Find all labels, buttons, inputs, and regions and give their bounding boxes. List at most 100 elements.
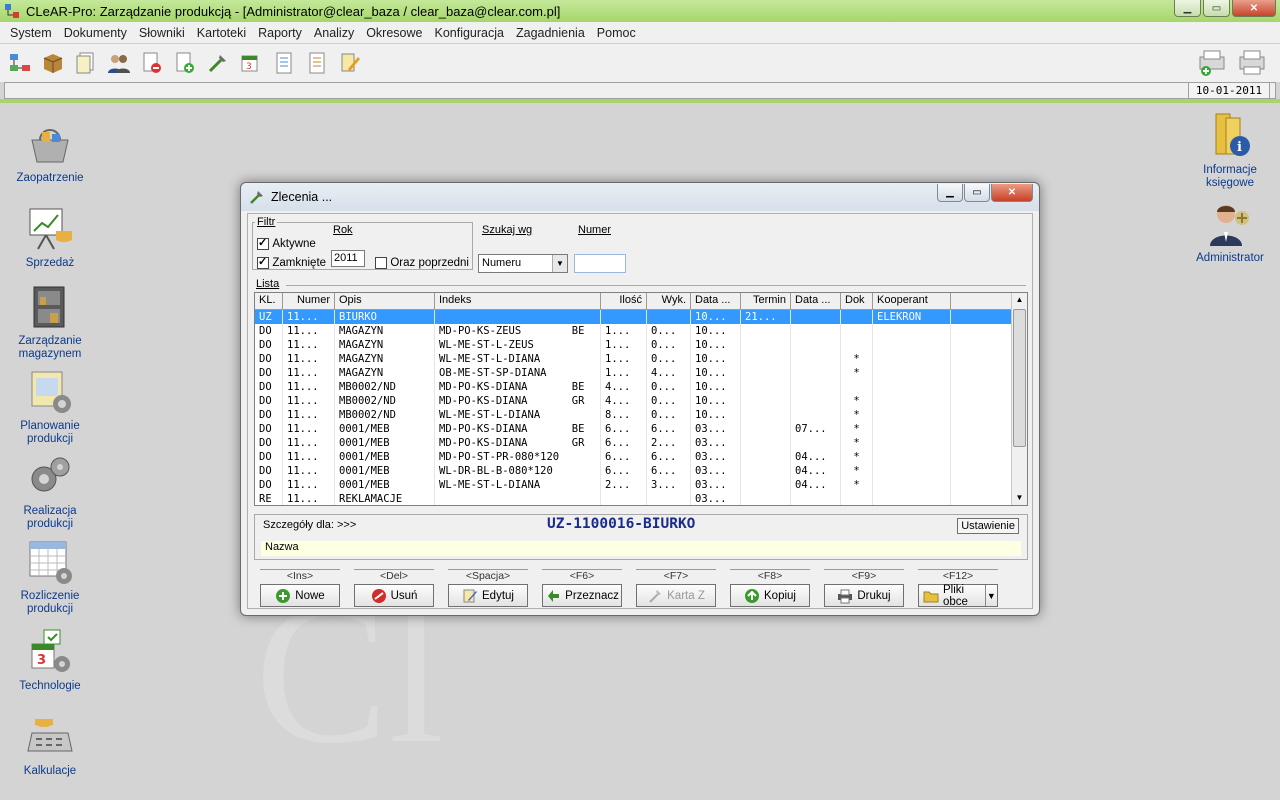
table-row[interactable]: UZ 11... BIURKO 10... 21... ELEKRON bbox=[255, 310, 1027, 324]
year-input[interactable]: 2011 bbox=[331, 250, 365, 267]
number-input[interactable] bbox=[574, 254, 626, 273]
table-row[interactable]: DO 11... 0001/MEB MD-PO-KS-DIANA BE 6... 6...… bbox=[255, 422, 1027, 436]
toolbar-right bbox=[1196, 48, 1268, 78]
column-header-opis[interactable]: Opis bbox=[335, 293, 435, 309]
search-select[interactable]: Numeru ▼ bbox=[478, 254, 568, 273]
table-row[interactable]: DO 11... 0001/MEB WL-DR-BL-B-080*120 6... 6..… bbox=[255, 464, 1027, 478]
scroll-down-icon[interactable]: ▼ bbox=[1012, 491, 1027, 505]
drukuj-button[interactable]: Drukuj bbox=[824, 584, 904, 607]
shortcut-realizacja-produkcji[interactable]: Realizacja produkcji bbox=[0, 453, 100, 531]
table-row[interactable]: DO 11... MAGAZYN WL-ME-ST-L-ZEUS 1... 0... 10.… bbox=[255, 338, 1027, 352]
scrollbar-thumb[interactable] bbox=[1013, 309, 1026, 447]
chevron-down-icon[interactable]: ▼ bbox=[984, 585, 997, 606]
cell-dok bbox=[841, 492, 873, 505]
active-checkbox-row[interactable]: Aktywne bbox=[257, 236, 316, 250]
shortcut-sprzedaz[interactable]: Sprzedaż bbox=[0, 205, 100, 270]
column-header-data-2[interactable]: Data ... bbox=[791, 293, 841, 309]
cell-dok bbox=[841, 338, 873, 352]
table-row[interactable]: DO 11... MAGAZYN OB-ME-ST-SP-DIANA 1... 4... 1… bbox=[255, 366, 1027, 380]
shortcut-rozliczenie-produkcji[interactable]: Rozliczenie produkcji bbox=[0, 538, 100, 616]
table-row[interactable]: RE 11... REKLAMACJE 03... bbox=[255, 492, 1027, 505]
shortcut-kalkulacje[interactable]: Kalkulacje bbox=[0, 713, 100, 778]
cell-data-2 bbox=[791, 338, 841, 352]
column-header-numer[interactable]: Numer bbox=[283, 293, 335, 309]
scroll-up-icon[interactable]: ▲ bbox=[1012, 293, 1027, 307]
table-scrollbar[interactable]: ▲ ▼ bbox=[1011, 293, 1027, 505]
document-remove-icon[interactable] bbox=[138, 50, 165, 77]
menu-system[interactable]: System bbox=[4, 26, 58, 40]
edytuj-button[interactable]: Edytuj bbox=[448, 584, 528, 607]
shortcut-zaopatrzenie[interactable]: Zaopatrzenie bbox=[0, 120, 100, 185]
cell-dok bbox=[841, 380, 873, 394]
menu-okresowe[interactable]: Okresowe bbox=[360, 26, 428, 40]
printer-add-icon[interactable] bbox=[1196, 48, 1228, 78]
table-row[interactable]: DO 11... MAGAZYN WL-ME-ST-L-DIANA 1... 0... 10… bbox=[255, 352, 1027, 366]
table-row[interactable]: DO 11... MB0002/ND MD-PO-KS-DIANA BE 4... 0..… bbox=[255, 380, 1027, 394]
shortcut-administrator[interactable]: Administrator bbox=[1180, 200, 1280, 265]
menu-analizy[interactable]: Analizy bbox=[308, 26, 360, 40]
edit-icon bbox=[462, 588, 478, 604]
dialog-minimize-button[interactable]: ▁ bbox=[937, 184, 963, 202]
previous-checkbox-row[interactable]: Oraz poprzedni bbox=[375, 255, 469, 269]
package-icon[interactable] bbox=[39, 50, 66, 77]
dialog-maximize-button[interactable]: ▭ bbox=[964, 184, 990, 202]
printer-icon[interactable] bbox=[1236, 48, 1268, 78]
pliki-obce-button[interactable]: Pliki obce ▼ bbox=[918, 584, 998, 608]
cell-kooperant: ELEKRON bbox=[873, 310, 951, 324]
settings-button[interactable]: Ustawienie bbox=[957, 518, 1019, 534]
menu-dokumenty[interactable]: Dokumenty bbox=[58, 26, 133, 40]
menu-pomoc[interactable]: Pomoc bbox=[591, 26, 642, 40]
menu-raporty[interactable]: Raporty bbox=[252, 26, 308, 40]
cell-termin bbox=[741, 422, 791, 436]
menu-kartoteki[interactable]: Kartoteki bbox=[191, 26, 252, 40]
shortcut-informacje-ksiegowe[interactable]: i Informacje księgowe bbox=[1180, 112, 1280, 190]
users-icon[interactable] bbox=[105, 50, 132, 77]
column-header-kl[interactable]: KL. bbox=[255, 293, 283, 309]
documents-icon[interactable] bbox=[72, 50, 99, 77]
table-row[interactable]: DO 11... MB0002/ND WL-ME-ST-L-DIANA 8... 0...… bbox=[255, 408, 1027, 422]
button-group-edytuj: <Spacja> Edytuj bbox=[448, 569, 528, 607]
cell-data-2: 04... bbox=[791, 478, 841, 492]
dialog-close-button[interactable]: ✕ bbox=[991, 184, 1033, 202]
closed-checkbox[interactable] bbox=[257, 255, 269, 269]
calendar-icon[interactable]: 3 bbox=[237, 50, 264, 77]
document-add-icon[interactable] bbox=[171, 50, 198, 77]
maximize-button[interactable]: ▭ bbox=[1203, 0, 1230, 17]
column-header-ilosc[interactable]: Ilość bbox=[601, 293, 647, 309]
tools-icon[interactable] bbox=[204, 50, 231, 77]
column-header-dok[interactable]: Dok bbox=[841, 293, 873, 309]
karta-z-button[interactable]: Karta Z bbox=[636, 584, 716, 607]
list-icon[interactable] bbox=[303, 50, 330, 77]
edit-icon[interactable] bbox=[336, 50, 363, 77]
shortcut-planowanie-produkcji[interactable]: Planowanie produkcji bbox=[0, 368, 100, 446]
table-row[interactable]: DO 11... 0001/MEB MD-PO-ST-PR-080*120 6... 6.… bbox=[255, 450, 1027, 464]
kopiuj-button[interactable]: Kopiuj bbox=[730, 584, 810, 607]
table-row[interactable]: DO 11... 0001/MEB WL-ME-ST-L-DIANA 2... 3... 0… bbox=[255, 478, 1027, 492]
previous-checkbox[interactable] bbox=[375, 256, 387, 269]
closed-checkbox-row[interactable]: Zamknięte bbox=[257, 255, 326, 269]
nowe-button[interactable]: Nowe bbox=[260, 584, 340, 607]
column-header-wyk[interactable]: Wyk. bbox=[647, 293, 691, 309]
cell-ilosc: 8... bbox=[601, 408, 647, 422]
menu-slowniki[interactable]: Słowniki bbox=[133, 26, 191, 40]
chevron-down-icon[interactable]: ▼ bbox=[552, 255, 567, 272]
shortcut-zarzadzanie-magazynem[interactable]: Zarządzanie magazynem bbox=[0, 283, 100, 361]
report-icon[interactable] bbox=[270, 50, 297, 77]
column-header-kooperant[interactable]: Kooperant bbox=[873, 293, 951, 309]
column-header-data-1[interactable]: Data ... bbox=[691, 293, 741, 309]
cell-data-1: 10... bbox=[691, 352, 741, 366]
hierarchy-icon[interactable] bbox=[6, 50, 33, 77]
active-checkbox[interactable] bbox=[257, 236, 269, 250]
menu-konfiguracja[interactable]: Konfiguracja bbox=[428, 26, 510, 40]
menu-zagadnienia[interactable]: Zagadnienia bbox=[510, 26, 591, 40]
column-header-indeks[interactable]: Indeks bbox=[435, 293, 601, 309]
close-button[interactable]: ✕ bbox=[1232, 0, 1276, 17]
table-row[interactable]: DO 11... MB0002/ND MD-PO-KS-DIANA GR 4... 0..… bbox=[255, 394, 1027, 408]
minimize-button[interactable]: ▁ bbox=[1174, 0, 1201, 17]
shortcut-technologie[interactable]: 3 Technologie bbox=[0, 628, 100, 693]
przeznacz-button[interactable]: Przeznacz bbox=[542, 584, 622, 607]
table-row[interactable]: DO 11... 0001/MEB MD-PO-KS-DIANA GR 6... 2...… bbox=[255, 436, 1027, 450]
column-header-termin[interactable]: Termin bbox=[741, 293, 791, 309]
usuń-button[interactable]: Usuń bbox=[354, 584, 434, 607]
table-row[interactable]: DO 11... MAGAZYN MD-PO-KS-ZEUS BE 1... 0... 10… bbox=[255, 324, 1027, 338]
